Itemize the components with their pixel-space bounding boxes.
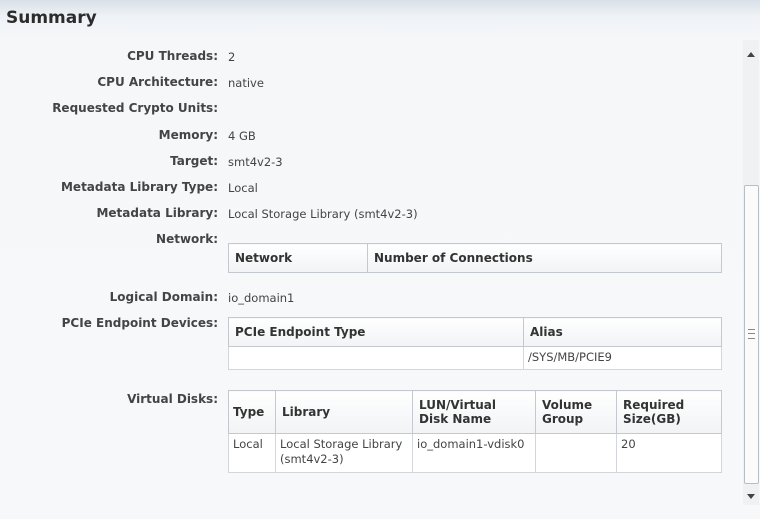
scrollbar-thumb[interactable] xyxy=(744,185,759,484)
column-header-type[interactable]: Type xyxy=(228,390,276,434)
column-header-disk-name[interactable]: LUN/Virtual Disk Name xyxy=(412,390,536,434)
table-header-row: Type Library LUN/Virtual Disk Name Volum… xyxy=(228,390,722,434)
vertical-scrollbar[interactable] xyxy=(743,40,759,505)
memory-label: Memory: xyxy=(158,128,218,142)
vdisk-library-cell: Local Storage Library (smt4v2-3) xyxy=(275,433,413,473)
pcie-devices-label: PCIe Endpoint Devices: xyxy=(61,316,218,330)
cpu-threads-value: 2 xyxy=(228,50,236,64)
table-row[interactable]: Local Local Storage Library (smt4v2-3) i… xyxy=(228,433,722,473)
column-header-volume-group[interactable]: Volume Group xyxy=(535,390,617,434)
pcie-type-cell xyxy=(228,346,524,370)
network-label: Network: xyxy=(156,232,218,246)
pcie-table: PCIe Endpoint Type Alias /SYS/MB/PCIE9 xyxy=(228,317,722,370)
crypto-units-label: Requested Crypto Units: xyxy=(52,101,218,115)
scroll-up-arrow-icon[interactable] xyxy=(747,52,755,57)
column-header-library[interactable]: Library xyxy=(275,390,413,434)
memory-value: 4 GB xyxy=(228,129,256,143)
section-title: Summary xyxy=(6,8,97,28)
logical-domain-value: io_domain1 xyxy=(228,291,295,305)
column-header-required-size[interactable]: Required Size(GB) xyxy=(616,390,722,434)
grip-icon xyxy=(748,329,755,339)
column-header-connections[interactable]: Number of Connections xyxy=(367,243,722,273)
column-header-alias[interactable]: Alias xyxy=(523,317,722,347)
vdisk-name-cell: io_domain1-vdisk0 xyxy=(412,433,536,473)
cpu-threads-label: CPU Threads: xyxy=(127,49,218,63)
target-value: smt4v2-3 xyxy=(228,155,283,169)
column-header-network[interactable]: Network xyxy=(228,243,368,273)
scroll-down-arrow-icon[interactable] xyxy=(747,494,755,499)
cpu-architecture-label: CPU Architecture: xyxy=(97,75,218,89)
metadata-library-type-label: Metadata Library Type: xyxy=(60,180,218,194)
network-table: Network Number of Connections xyxy=(228,243,722,273)
vdisk-size-cell: 20 xyxy=(616,433,722,473)
vdisk-volume-group-cell xyxy=(535,433,617,473)
target-label: Target: xyxy=(170,154,218,168)
metadata-library-label: Metadata Library: xyxy=(96,206,218,220)
vdisk-type-cell: Local xyxy=(228,433,276,473)
cpu-architecture-value: native xyxy=(228,76,264,90)
logical-domain-label: Logical Domain: xyxy=(109,290,218,304)
metadata-library-value: Local Storage Library (smt4v2-3) xyxy=(228,207,418,221)
metadata-library-type-value: Local xyxy=(228,181,258,195)
virtual-disks-label: Virtual Disks: xyxy=(127,392,218,406)
alias-cell: /SYS/MB/PCIE9 xyxy=(523,346,722,370)
column-header-pcie-type[interactable]: PCIe Endpoint Type xyxy=(228,317,524,347)
table-row[interactable]: /SYS/MB/PCIE9 xyxy=(228,346,722,370)
virtual-disks-table: Type Library LUN/Virtual Disk Name Volum… xyxy=(228,390,722,473)
table-header-row: Network Number of Connections xyxy=(228,243,722,273)
table-header-row: PCIe Endpoint Type Alias xyxy=(228,317,722,347)
